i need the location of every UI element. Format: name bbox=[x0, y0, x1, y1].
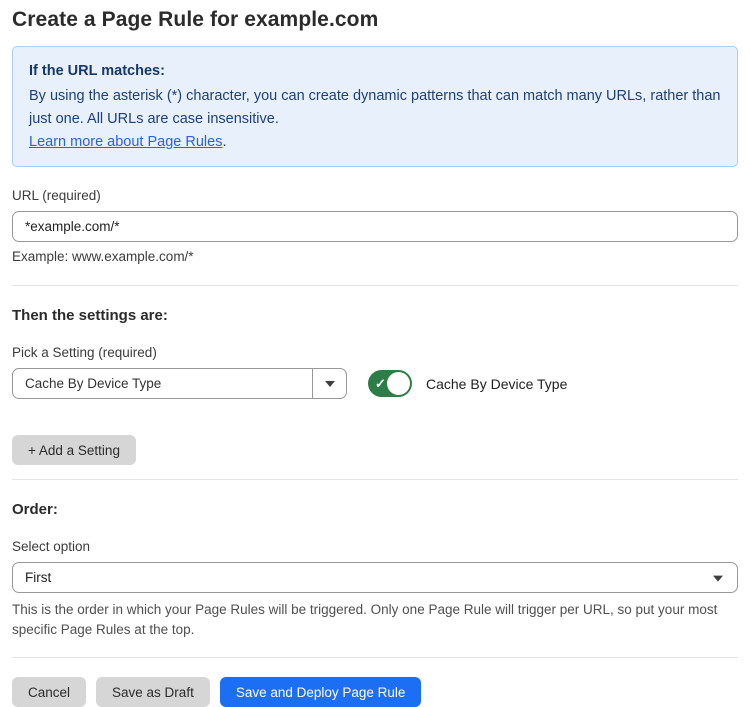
info-callout-text: By using the asterisk (*) character, you… bbox=[29, 88, 721, 127]
info-callout-heading: If the URL matches: bbox=[29, 60, 721, 83]
add-setting-button[interactable]: + Add a Setting bbox=[12, 435, 136, 465]
check-icon: ✓ bbox=[375, 377, 386, 390]
save-and-deploy-button[interactable]: Save and Deploy Page Rule bbox=[220, 677, 422, 707]
cache-by-device-type-toggle[interactable]: ✓ bbox=[368, 370, 412, 397]
order-select-label: Select option bbox=[12, 539, 738, 554]
footer-divider bbox=[12, 657, 738, 658]
cancel-button[interactable]: Cancel bbox=[12, 677, 86, 707]
footer-actions: Cancel Save as Draft Save and Deploy Pag… bbox=[12, 677, 738, 707]
url-example-text: Example: www.example.com/* bbox=[12, 249, 738, 264]
link-period: . bbox=[222, 134, 226, 150]
order-select-value: First bbox=[25, 570, 51, 585]
url-field-label: URL (required) bbox=[12, 188, 738, 203]
setting-row: Cache By Device Type ✓ Cache By Device T… bbox=[12, 368, 738, 399]
create-page-rule-form: Create a Page Rule for example.com If th… bbox=[0, 0, 750, 707]
order-section-heading: Order: bbox=[12, 501, 738, 518]
save-as-draft-button[interactable]: Save as Draft bbox=[96, 677, 210, 707]
chevron-down-icon bbox=[713, 575, 723, 581]
chevron-down-icon bbox=[325, 381, 335, 387]
toggle-knob bbox=[387, 372, 410, 395]
toggle-label: Cache By Device Type bbox=[426, 376, 567, 392]
order-help-text: This is the order in which your Page Rul… bbox=[12, 600, 738, 640]
section-divider bbox=[12, 479, 738, 480]
section-divider bbox=[12, 285, 738, 286]
setting-select-value: Cache By Device Type bbox=[13, 369, 312, 398]
order-select[interactable]: First bbox=[12, 562, 738, 593]
url-match-info-callout: If the URL matches: By using the asteris… bbox=[12, 46, 738, 167]
settings-section-heading: Then the settings are: bbox=[12, 307, 738, 324]
url-input[interactable] bbox=[12, 211, 738, 242]
setting-select-arrow-button[interactable] bbox=[312, 369, 346, 398]
learn-more-link[interactable]: Learn more about Page Rules bbox=[29, 134, 222, 150]
pick-setting-label: Pick a Setting (required) bbox=[12, 345, 738, 360]
page-title: Create a Page Rule for example.com bbox=[12, 8, 738, 32]
info-callout-body: By using the asterisk (*) character, you… bbox=[29, 85, 721, 154]
setting-select[interactable]: Cache By Device Type bbox=[12, 368, 347, 399]
